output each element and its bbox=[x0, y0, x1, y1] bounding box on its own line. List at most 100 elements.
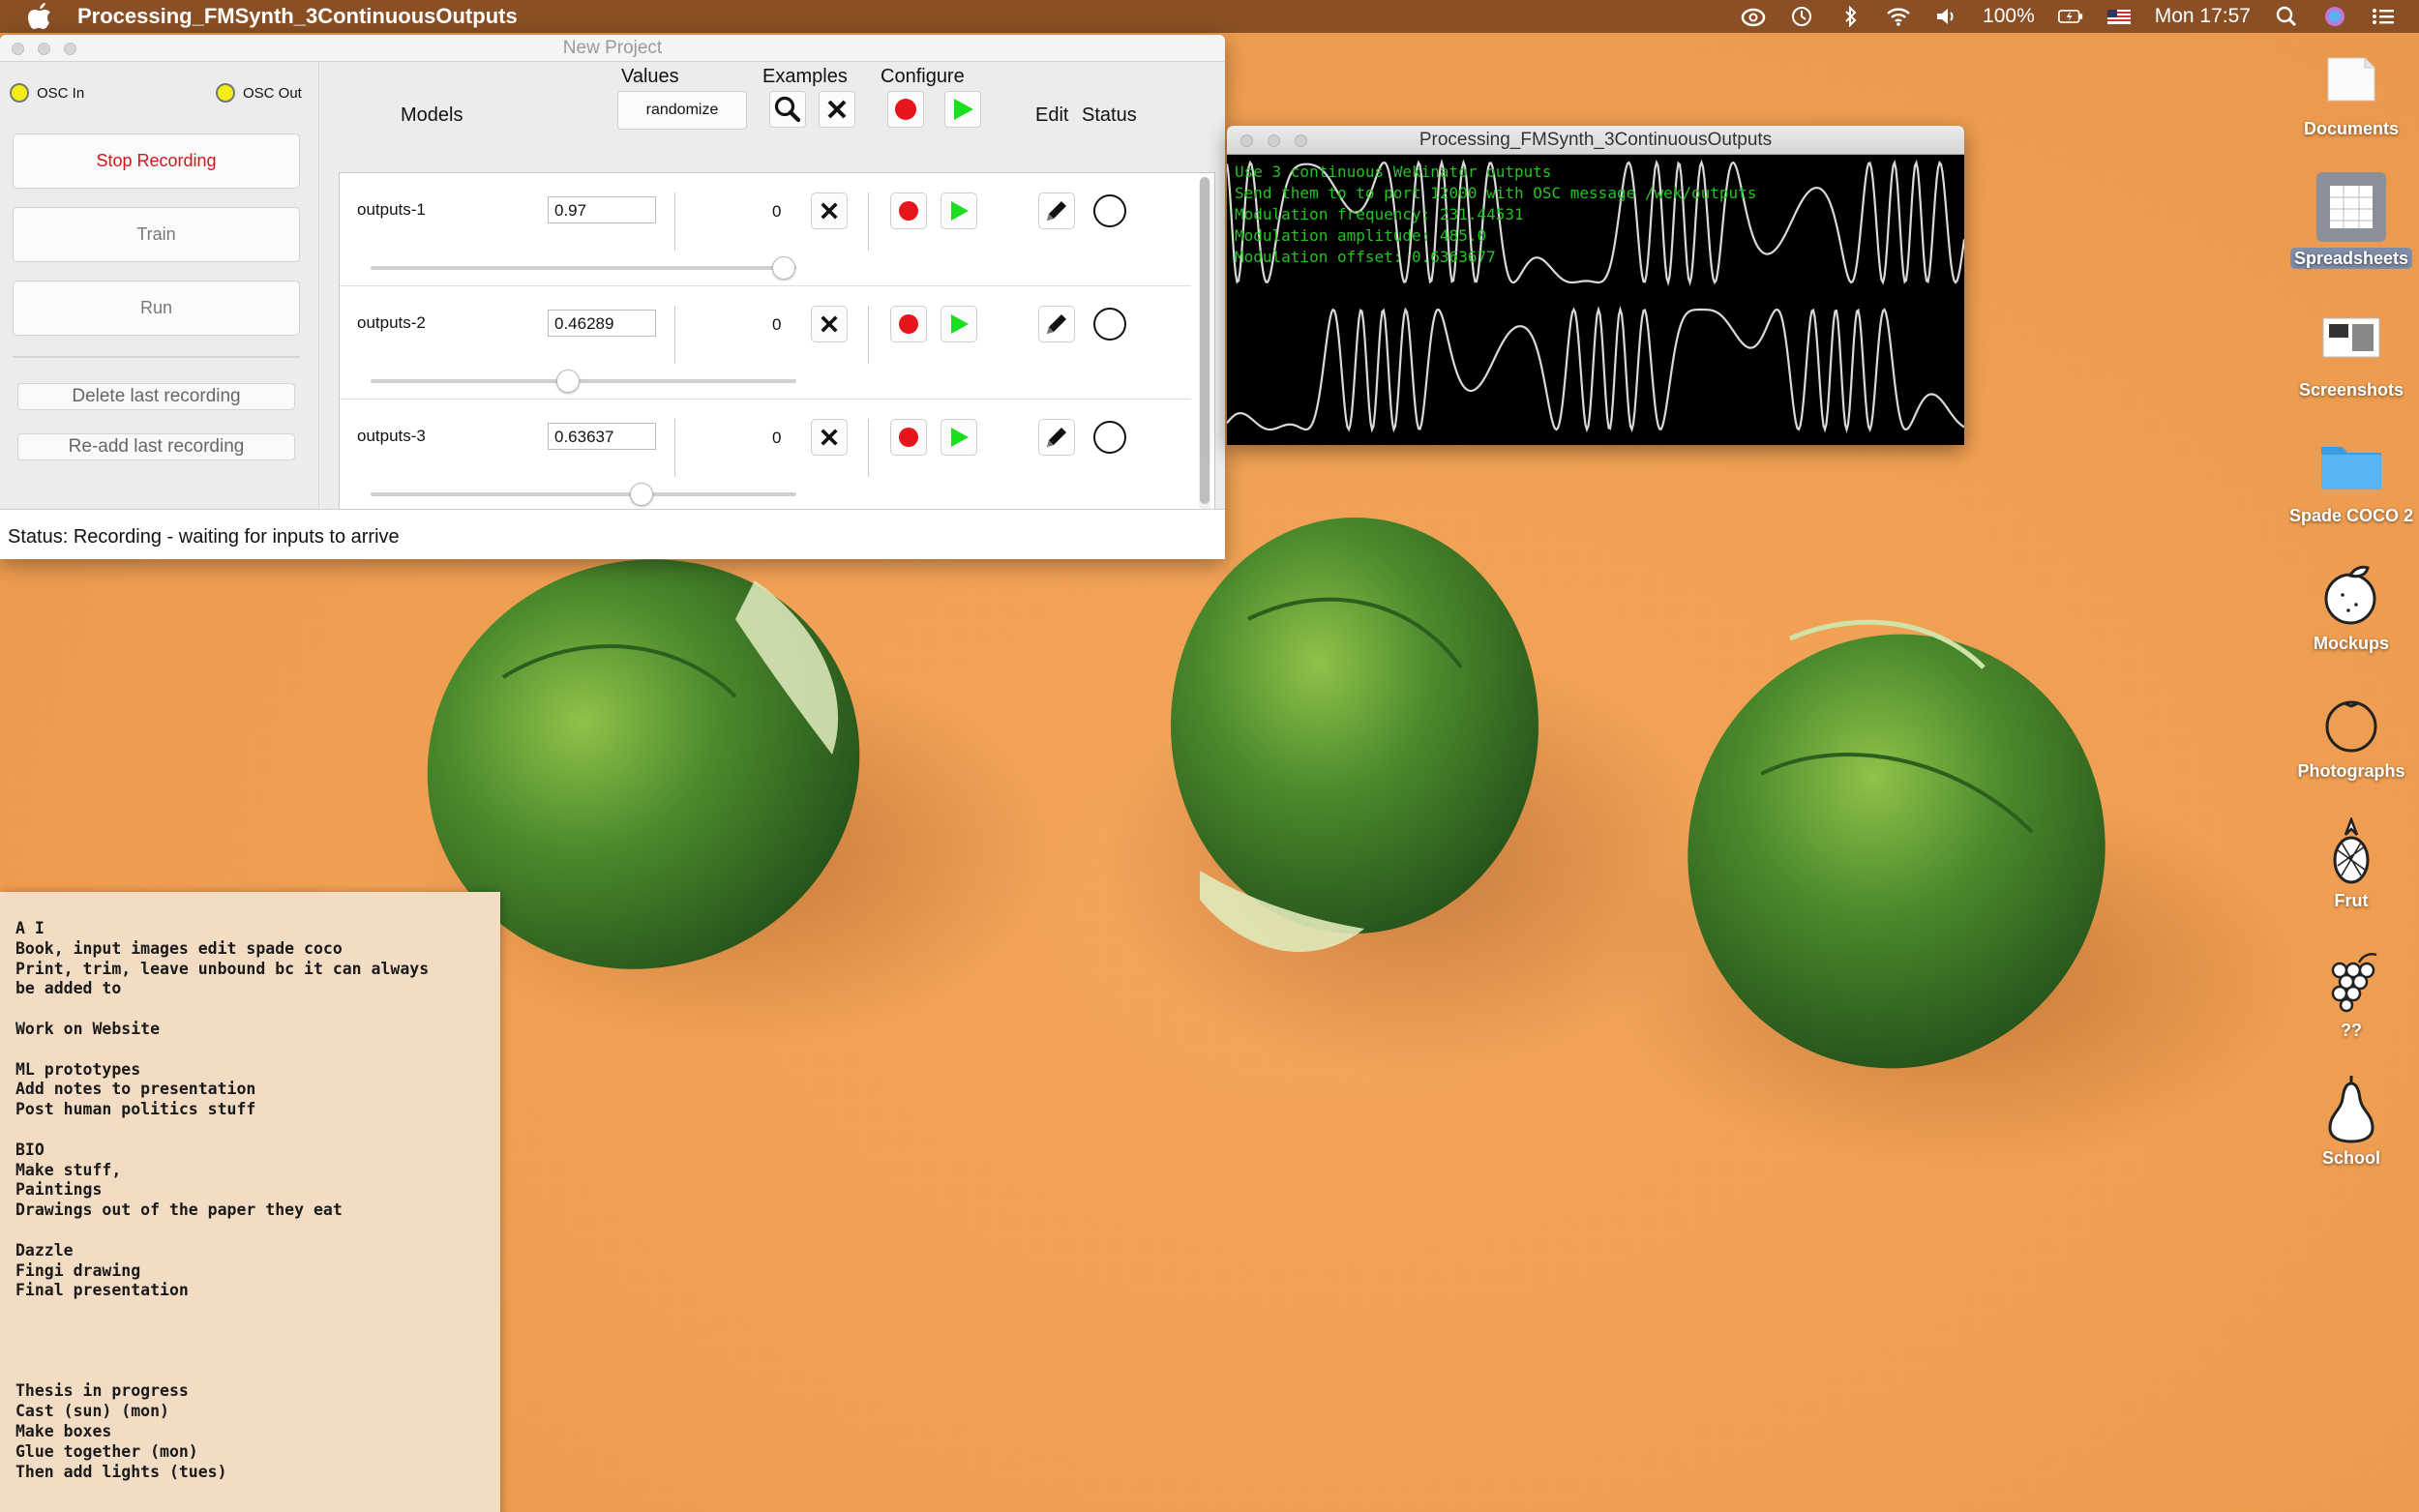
models-scrollbar[interactable] bbox=[1199, 177, 1210, 516]
run-button[interactable]: Run bbox=[13, 281, 300, 336]
model-name: outputs-3 bbox=[357, 427, 426, 445]
close-window-button[interactable] bbox=[1240, 134, 1253, 147]
play-icon bbox=[951, 314, 969, 334]
model-value-field[interactable]: 0.46289 bbox=[548, 310, 656, 337]
info-line-2: Send them to to port 12000 with OSC mess… bbox=[1235, 184, 1757, 202]
osc-in-label: OSC In bbox=[37, 84, 85, 102]
icon-label: Spade COCO 2 bbox=[2288, 506, 2414, 525]
model-name: outputs-1 bbox=[357, 200, 426, 219]
desktop-icon-school[interactable]: School bbox=[2279, 1076, 2419, 1169]
column-divider bbox=[674, 419, 675, 477]
desktop-icon-photographs[interactable]: Photographs bbox=[2279, 689, 2419, 782]
icon-label: ?? bbox=[2341, 1021, 2362, 1040]
x-icon bbox=[821, 202, 838, 220]
model-row: outputs-3 0.63637 0 bbox=[340, 400, 1191, 513]
value-slider[interactable] bbox=[371, 370, 796, 393]
stop-recording-button[interactable]: Stop Recording bbox=[13, 133, 300, 189]
window-title: New Project bbox=[562, 37, 663, 58]
model-value-field[interactable]: 0.63637 bbox=[548, 423, 656, 450]
icon-label: Mockups bbox=[2313, 634, 2389, 653]
desktop-icon-screenshots[interactable]: Screenshots bbox=[2279, 308, 2419, 400]
info-line-4: Modulation amplitude: 485.0 bbox=[1235, 226, 1487, 245]
pear-icon bbox=[2314, 1076, 2389, 1143]
edit-header: Edit bbox=[1035, 104, 1069, 126]
example-count: 0 bbox=[772, 429, 782, 447]
pencil-icon bbox=[1047, 201, 1066, 221]
delete-examples-button[interactable] bbox=[811, 306, 848, 342]
scrollbar-thumb[interactable] bbox=[1200, 177, 1210, 504]
slider-thumb[interactable] bbox=[771, 256, 795, 280]
randomize-button[interactable]: randomize bbox=[617, 91, 747, 130]
run-model-button[interactable] bbox=[941, 419, 977, 456]
sticky-note[interactable]: A I Book, input images edit spade coco P… bbox=[0, 892, 500, 1512]
run-all-button[interactable] bbox=[944, 91, 981, 128]
zoom-window-button[interactable] bbox=[64, 43, 76, 55]
magnifier-icon bbox=[774, 96, 801, 123]
wekinator-titlebar[interactable]: New Project bbox=[0, 35, 1225, 62]
x-icon bbox=[821, 315, 838, 333]
status-bar: Status: Recording - waiting for inputs t… bbox=[0, 509, 1225, 559]
model-row: outputs-2 0.46289 0 bbox=[340, 286, 1191, 400]
edit-model-button[interactable] bbox=[1038, 419, 1075, 456]
folder-icon bbox=[2314, 433, 2389, 499]
play-icon bbox=[951, 428, 969, 447]
delete-examples-button[interactable] bbox=[811, 193, 848, 229]
readd-last-recording-button[interactable]: Re-add last recording bbox=[17, 433, 295, 460]
model-status-indicator[interactable] bbox=[1093, 421, 1126, 454]
record-model-button[interactable] bbox=[890, 419, 927, 456]
run-model-button[interactable] bbox=[941, 193, 977, 229]
view-examples-button[interactable] bbox=[769, 91, 806, 128]
screenshot-icon bbox=[2314, 308, 2389, 373]
model-status-indicator[interactable] bbox=[1093, 308, 1126, 341]
record-all-button[interactable] bbox=[887, 91, 924, 128]
desktop-icon-documents[interactable]: Documents bbox=[2279, 46, 2419, 139]
desktop-icon-mockups[interactable]: Mockups bbox=[2279, 561, 2419, 654]
icon-label: Documents bbox=[2303, 119, 2399, 138]
grapes-icon bbox=[2314, 948, 2389, 1014]
processing-sketch-window: Processing_FMSynth_3ContinuousOutputs Us… bbox=[1227, 126, 1964, 445]
pencil-icon bbox=[1047, 314, 1066, 334]
orange-outline-icon bbox=[2314, 689, 2389, 755]
desktop-icon-spade-coco[interactable]: Spade COCO 2 bbox=[2279, 433, 2419, 526]
info-line-5: Modulation offset: 0.6363677 bbox=[1235, 248, 1496, 266]
delete-examples-button[interactable] bbox=[811, 419, 848, 456]
column-divider bbox=[674, 193, 675, 251]
minimize-window-button[interactable] bbox=[1268, 134, 1280, 147]
slider-thumb[interactable] bbox=[555, 370, 580, 393]
minimize-window-button[interactable] bbox=[38, 43, 50, 55]
record-icon bbox=[895, 99, 916, 120]
desktop-icon-spreadsheets[interactable]: Spreadsheets bbox=[2279, 172, 2419, 269]
model-value-field[interactable]: 0.97 bbox=[548, 196, 656, 223]
column-divider bbox=[868, 193, 869, 251]
examples-header: Examples bbox=[762, 66, 848, 87]
example-count: 0 bbox=[772, 315, 782, 334]
osc-out-indicator: OSC Out bbox=[216, 83, 302, 103]
delete-last-recording-button[interactable]: Delete last recording bbox=[17, 383, 295, 410]
edit-model-button[interactable] bbox=[1038, 193, 1075, 229]
icon-label: Spreadsheets bbox=[2289, 248, 2413, 269]
values-header: Values bbox=[621, 66, 679, 87]
delete-all-examples-button[interactable] bbox=[819, 91, 855, 128]
close-window-button[interactable] bbox=[12, 43, 24, 55]
processing-titlebar[interactable]: Processing_FMSynth_3ContinuousOutputs bbox=[1227, 126, 1964, 155]
edit-model-button[interactable] bbox=[1038, 306, 1075, 342]
column-divider bbox=[868, 306, 869, 364]
record-model-button[interactable] bbox=[890, 306, 927, 342]
models-header: Models bbox=[401, 104, 463, 126]
icon-label: Frut bbox=[2334, 891, 2369, 910]
x-icon bbox=[821, 429, 838, 446]
value-slider[interactable] bbox=[371, 256, 796, 280]
slider-thumb[interactable] bbox=[630, 483, 653, 506]
record-icon bbox=[899, 428, 918, 447]
window-controls bbox=[12, 43, 76, 55]
model-status-indicator[interactable] bbox=[1093, 194, 1126, 227]
train-button[interactable]: Train bbox=[13, 207, 300, 262]
record-model-button[interactable] bbox=[890, 193, 927, 229]
desktop-icon-unknown[interactable]: ?? bbox=[2279, 948, 2419, 1041]
wekinator-window: New Project OSC In OSC Out Stop Recordin… bbox=[0, 35, 1225, 559]
desktop-icon-frut[interactable]: Frut bbox=[2279, 817, 2419, 911]
run-model-button[interactable] bbox=[941, 306, 977, 342]
zoom-window-button[interactable] bbox=[1295, 134, 1307, 147]
value-slider[interactable] bbox=[371, 483, 796, 506]
configure-header: Configure bbox=[881, 66, 965, 87]
